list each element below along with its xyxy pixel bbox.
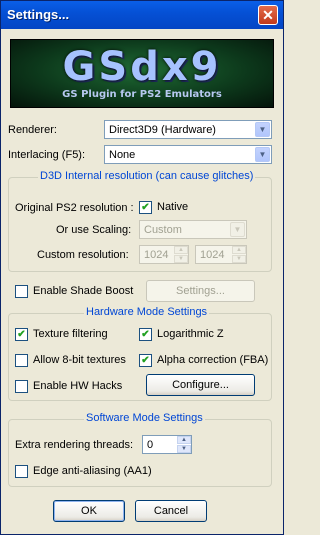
logarithmic-z-label: Logarithmic Z	[157, 328, 224, 340]
interlacing-select[interactable]: None ▼	[104, 145, 272, 164]
settings-dialog: Settings... ✕ GSdx9 GS Plugin for PS2 Em…	[0, 0, 284, 535]
logo-subtitle: GS Plugin for PS2 Emulators	[62, 89, 222, 100]
renderer-select[interactable]: Direct3D9 (Hardware) ▼	[104, 120, 272, 139]
scaling-select[interactable]: Custom ▼	[139, 220, 247, 239]
close-button[interactable]: ✕	[258, 5, 278, 25]
aa1-label: Edge anti-aliasing (AA1)	[33, 465, 152, 477]
renderer-value: Direct3D9 (Hardware)	[109, 124, 216, 136]
checkbox-box[interactable]	[15, 354, 28, 367]
configure-button[interactable]: Configure...	[146, 374, 255, 396]
original-resolution-label: Original PS2 resolution :	[15, 202, 134, 214]
checkbox-box[interactable]	[15, 465, 28, 478]
spin-down-icon[interactable]: ▼	[174, 255, 188, 263]
threads-value: 0	[147, 439, 154, 451]
threads-label: Extra rendering threads:	[15, 439, 134, 451]
native-label: Native	[157, 201, 189, 213]
hardware-group-legend: Hardware Mode Settings	[84, 306, 210, 318]
scaling-label: Or use Scaling:	[56, 224, 132, 236]
custom-resolution-label: Custom resolution:	[37, 249, 129, 261]
custom-width-spinner[interactable]: 1024 ▲ ▼	[139, 245, 189, 264]
check-icon[interactable]: ✔	[139, 328, 152, 341]
d3d-group-legend: D3D Internal resolution (can cause glitc…	[38, 170, 256, 182]
hw-hacks-label: Enable HW Hacks	[33, 380, 123, 392]
check-icon[interactable]: ✔	[139, 354, 152, 367]
custom-height-spinner[interactable]: 1024 ▲ ▼	[195, 245, 247, 264]
scaling-value: Custom	[144, 224, 182, 236]
software-group-legend: Software Mode Settings	[84, 412, 205, 424]
check-icon[interactable]: ✔	[139, 201, 152, 214]
chevron-down-icon[interactable]: ▼	[255, 147, 270, 162]
renderer-label: Renderer:	[8, 124, 57, 136]
chevron-down-icon[interactable]: ▼	[230, 222, 245, 237]
checkbox-box[interactable]	[15, 380, 28, 393]
spin-up-icon[interactable]: ▲	[174, 246, 188, 254]
title-bar[interactable]: Settings... ✕	[1, 1, 283, 29]
window-title: Settings...	[7, 7, 70, 22]
check-icon[interactable]: ✔	[15, 328, 28, 341]
spin-up-icon[interactable]: ▲	[232, 246, 246, 254]
logo-title: GSdx9	[62, 44, 222, 90]
spin-down-icon[interactable]: ▼	[177, 445, 191, 453]
alpha-correction-label: Alpha correction (FBA)	[157, 354, 269, 366]
allow-8bit-label: Allow 8-bit textures	[33, 354, 126, 366]
spin-down-icon[interactable]: ▼	[232, 255, 246, 263]
chevron-down-icon[interactable]: ▼	[255, 122, 270, 137]
spin-up-icon[interactable]: ▲	[177, 436, 191, 444]
checkbox-box[interactable]	[15, 285, 28, 298]
cancel-button[interactable]: Cancel	[135, 500, 207, 522]
ok-button[interactable]: OK	[53, 500, 125, 522]
interlacing-value: None	[109, 149, 136, 161]
gsdx-logo: GSdx9 GS Plugin for PS2 Emulators	[10, 39, 274, 108]
interlacing-label: Interlacing (F5):	[8, 149, 86, 161]
custom-width-value: 1024	[144, 249, 169, 261]
custom-height-value: 1024	[200, 249, 225, 261]
threads-spinner[interactable]: 0 ▲ ▼	[142, 435, 192, 454]
shade-boost-label: Enable Shade Boost	[33, 285, 134, 297]
shade-boost-settings-button[interactable]: Settings...	[146, 280, 255, 302]
texture-filtering-label: Texture filtering	[33, 328, 108, 340]
